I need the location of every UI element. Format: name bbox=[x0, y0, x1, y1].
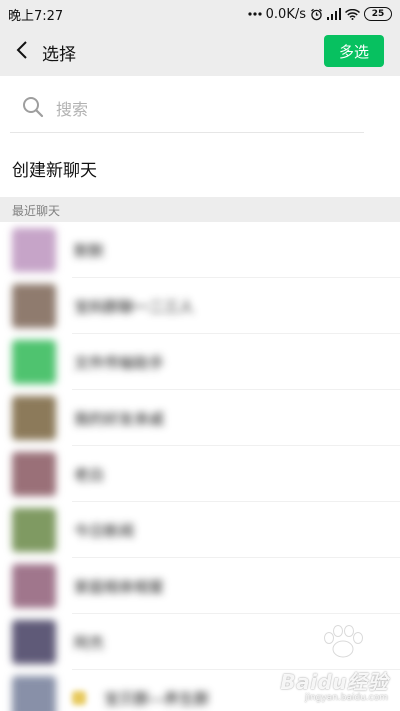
search-area bbox=[0, 76, 400, 136]
paw-logo-icon bbox=[320, 625, 366, 663]
battery-icon: 25 bbox=[364, 7, 392, 21]
recent-chats-header: 最近聊天 bbox=[0, 198, 400, 222]
chat-list-item[interactable]: 默默 bbox=[0, 222, 400, 278]
avatar bbox=[12, 452, 56, 496]
signal-icon bbox=[327, 8, 341, 20]
emoji-badge-icon bbox=[72, 691, 86, 705]
alarm-icon bbox=[310, 8, 323, 21]
avatar bbox=[12, 564, 56, 608]
avatar bbox=[12, 340, 56, 384]
back-arrow-icon bbox=[16, 40, 28, 64]
create-new-chat-item[interactable]: 创建新聊天 bbox=[0, 140, 400, 198]
chat-list-item[interactable]: 我的好友亲戚 bbox=[0, 390, 400, 446]
chat-name: 今日新闻 bbox=[74, 521, 135, 540]
status-icons: 0.0K/s 25 bbox=[248, 7, 392, 22]
chat-list-item[interactable]: 宝贝群—养生群 bbox=[0, 670, 400, 711]
net-speed: 0.0K/s bbox=[265, 6, 306, 22]
title-bar: 选择 多选 bbox=[0, 28, 400, 76]
status-bar: 晚上7:27 0.0K/s 25 bbox=[0, 0, 400, 28]
chat-list-item[interactable]: 家庭相亲相爱 bbox=[0, 558, 400, 614]
recent-chats-title: 最近聊天 bbox=[12, 203, 61, 218]
chat-list-item[interactable]: 文件传输助手 bbox=[0, 334, 400, 390]
chat-list-item[interactable]: 宝妈群聊一二三人 bbox=[0, 278, 400, 334]
search-icon bbox=[10, 96, 44, 122]
avatar bbox=[12, 508, 56, 552]
more-dots-icon bbox=[248, 12, 262, 16]
avatar bbox=[12, 284, 56, 328]
chat-name: 家庭相亲相爱 bbox=[74, 577, 165, 596]
search-input[interactable] bbox=[54, 98, 338, 120]
chat-name: 默默 bbox=[74, 241, 105, 260]
chat-name: 宝贝群—养生群 bbox=[104, 689, 210, 708]
page-title: 选择 bbox=[42, 44, 76, 65]
avatar bbox=[12, 228, 56, 272]
search-bar[interactable] bbox=[10, 86, 364, 133]
multi-select-button[interactable]: 多选 bbox=[324, 35, 384, 67]
avatar bbox=[12, 676, 56, 711]
chat-list-item[interactable]: 老白 bbox=[0, 446, 400, 502]
create-new-chat-label: 创建新聊天 bbox=[12, 161, 97, 181]
chat-name: 文件传输助手 bbox=[74, 353, 165, 372]
avatar bbox=[12, 396, 56, 440]
avatar bbox=[12, 620, 56, 664]
chat-name: 老白 bbox=[74, 465, 105, 484]
status-time: 晚上7:27 bbox=[8, 8, 64, 24]
chat-name: 宝妈群聊一二三人 bbox=[74, 297, 195, 316]
back-button[interactable] bbox=[2, 28, 42, 76]
chat-list-item[interactable]: 今日新闻 bbox=[0, 502, 400, 558]
chat-name: 我的好友亲戚 bbox=[74, 409, 165, 428]
wifi-icon bbox=[345, 8, 360, 20]
chat-name: 阿杰 bbox=[74, 633, 105, 652]
